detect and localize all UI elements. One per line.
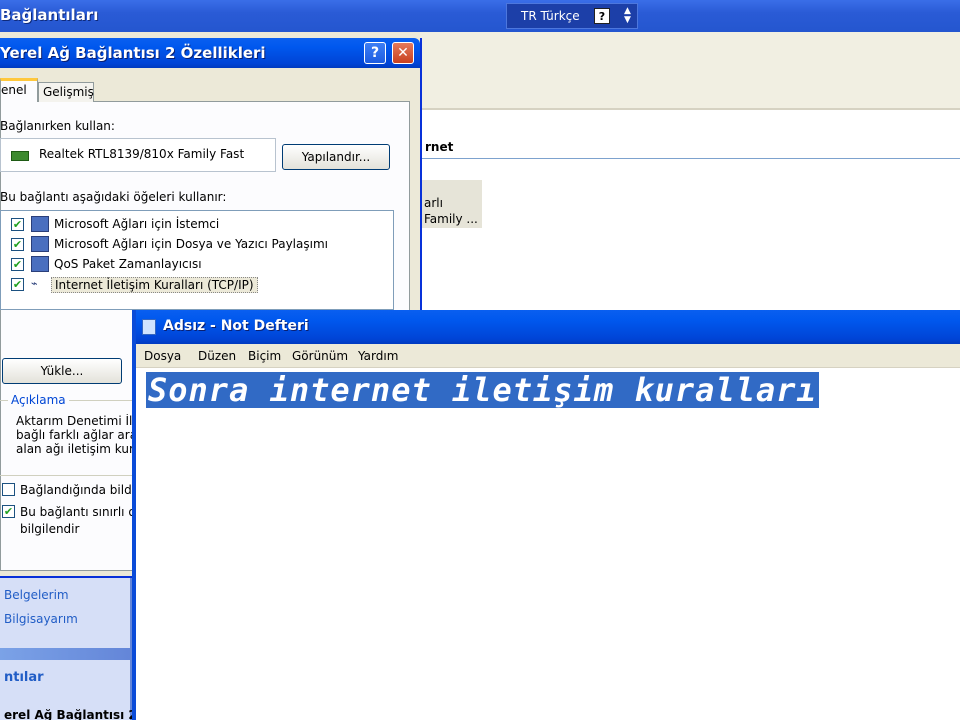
notify-label: Bağlandığında bildi: [20, 483, 136, 497]
network-client-icon: [31, 216, 49, 232]
properties-dialog-titlebar[interactable]: Yerel Ağ Bağlantısı 2 Özellikleri ? ✕: [0, 38, 420, 68]
components-list[interactable]: ✔ Microsoft Ağları için İstemci ✔ Micros…: [0, 210, 394, 310]
install-button[interactable]: Yükle...: [2, 358, 122, 384]
notify-checkbox[interactable]: [2, 483, 15, 496]
notepad-text-area[interactable]: Sonra internet iletişim kuralları: [136, 368, 960, 720]
limited-label: Bu bağlantı sınırlı ol: [20, 505, 140, 519]
background-connection-adapter: Family ...: [424, 212, 478, 226]
menu-dosya[interactable]: Dosya: [144, 349, 181, 363]
background-window-titlebar[interactable]: Bağlantıları TR Türkçe ? ▲ ▼: [0, 0, 960, 32]
sidebar-link-belgelerim[interactable]: Belgelerim: [4, 588, 69, 602]
language-bar[interactable]: TR Türkçe ? ▲ ▼: [506, 3, 638, 29]
properties-dialog-title: Yerel Ağ Bağlantısı 2 Özellikleri: [0, 44, 266, 62]
notepad-title: Adsız - Not Defteri: [163, 318, 309, 334]
tab-general[interactable]: enel: [0, 78, 38, 102]
component-checkbox[interactable]: ✔: [11, 278, 24, 291]
background-group-header: rnet: [425, 140, 454, 154]
sidebar-details-connection: erel Ağ Bağlantısı 2: [4, 708, 137, 720]
adapter-field: Realtek RTL8139/810x Family Fast: [0, 138, 276, 172]
language-help-icon[interactable]: ?: [594, 8, 610, 24]
description-line: Aktarım Denetimi İle: [16, 414, 136, 428]
component-row-file-sharing[interactable]: ✔ Microsoft Ağları için Dosya ve Yazıcı …: [9, 235, 389, 255]
limited-label-continued: bilgilendir: [20, 522, 80, 536]
language-label[interactable]: TR Türkçe: [521, 9, 580, 23]
notepad-icon: [142, 319, 156, 335]
connect-using-label: Bağlanırken kullan:: [0, 119, 115, 133]
help-button[interactable]: ?: [364, 42, 386, 64]
component-label: Internet İletişim Kuralları (TCP/IP): [51, 277, 258, 293]
background-group-divider: [420, 158, 960, 159]
component-checkbox[interactable]: ✔: [11, 238, 24, 251]
network-card-icon: [11, 151, 29, 161]
background-toolbar-area: [420, 32, 960, 110]
description-text: Aktarım Denetimi İle bağlı farklı ağlar …: [16, 414, 136, 462]
component-checkbox[interactable]: ✔: [11, 258, 24, 271]
sidebar-link-bilgisayarim[interactable]: Bilgisayarım: [4, 612, 78, 626]
component-row-qos[interactable]: ✔ QoS Paket Zamanlayıcısı: [9, 255, 389, 275]
limited-checkbox[interactable]: ✔: [2, 505, 15, 518]
adapter-name: Realtek RTL8139/810x Family Fast: [39, 147, 245, 161]
background-window-title: Bağlantıları: [0, 6, 99, 24]
notify-option[interactable]: Bağlandığında bildi: [0, 481, 140, 499]
qos-scheduler-icon: [31, 256, 49, 272]
menu-gorunum[interactable]: Görünüm: [292, 349, 348, 363]
component-label: Microsoft Ağları için İstemci: [54, 217, 220, 231]
component-label: Microsoft Ağları için Dosya ve Yazıcı Pa…: [54, 237, 328, 251]
component-checkbox[interactable]: ✔: [11, 218, 24, 231]
file-printer-sharing-icon: [31, 236, 49, 252]
component-label: QoS Paket Zamanlayıcısı: [54, 257, 202, 271]
notepad-titlebar[interactable]: Adsız - Not Defteri: [136, 310, 960, 344]
close-button[interactable]: ✕: [392, 42, 414, 64]
description-line: bağlı farklı ağlar aras: [16, 428, 136, 442]
background-content-area: [420, 110, 960, 310]
menu-duzen[interactable]: Düzen: [198, 349, 236, 363]
component-row-client[interactable]: ✔ Microsoft Ağları için İstemci: [9, 215, 389, 235]
tab-advanced[interactable]: Gelişmiş: [38, 82, 94, 102]
description-legend: Açıklama: [8, 393, 69, 407]
notepad-window: Adsız - Not Defteri Dosya Düzen Biçim Gö…: [132, 310, 960, 720]
notepad-menubar: Dosya Düzen Biçim Görünüm Yardım: [136, 344, 960, 368]
menu-bicim[interactable]: Biçim: [248, 349, 281, 363]
protocol-icon: ⌁: [31, 276, 49, 292]
components-label: Bu bağlantı aşağıdaki öğeleri kullanır:: [0, 190, 227, 204]
sidebar-details-header[interactable]: ntılar: [4, 670, 44, 685]
component-row-tcpip[interactable]: ✔ ⌁ Internet İletişim Kuralları (TCP/IP): [9, 275, 389, 295]
background-connection-status: arlı: [424, 196, 443, 210]
selected-text[interactable]: Sonra internet iletişim kuralları: [146, 372, 819, 408]
menu-yardim[interactable]: Yardım: [358, 349, 398, 363]
language-bar-options-icon[interactable]: ▲ ▼: [624, 7, 631, 25]
description-line: alan ağı iletişim kura: [16, 442, 136, 456]
configure-button[interactable]: Yapılandır...: [282, 144, 390, 170]
